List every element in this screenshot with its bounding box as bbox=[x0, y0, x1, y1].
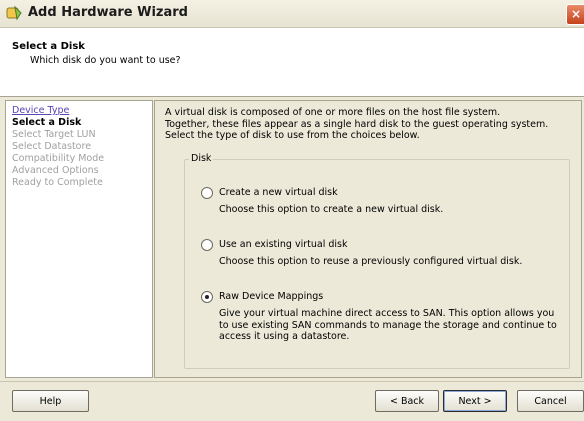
option-label[interactable]: Use an existing virtual disk bbox=[219, 239, 347, 250]
radio-button[interactable] bbox=[201, 239, 213, 251]
step-compatibility-mode: Compatibility Mode bbox=[12, 153, 105, 164]
wizard-icon bbox=[6, 5, 22, 21]
step-device-type[interactable]: Device Type bbox=[12, 105, 69, 116]
intro-text: A virtual disk is composed of one or mor… bbox=[165, 107, 575, 142]
option-description: Choose this option to reuse a previously… bbox=[219, 256, 569, 268]
description-line: Give your virtual machine direct access … bbox=[219, 308, 555, 319]
intro-line: Together, these files appear as a single… bbox=[165, 118, 549, 130]
disk-group-legend: Disk bbox=[189, 153, 214, 164]
option-label[interactable]: Create a new virtual disk bbox=[219, 187, 338, 198]
option-description: Choose this option to create a new virtu… bbox=[219, 204, 569, 216]
radio-button-checked[interactable] bbox=[201, 291, 213, 303]
page-subtitle: Which disk do you want to use? bbox=[30, 55, 181, 66]
step-select-target-lun: Select Target LUN bbox=[12, 129, 96, 140]
description-line: access it using a datastore. bbox=[219, 331, 350, 342]
title-bar[interactable]: Add Hardware Wizard × bbox=[0, 0, 584, 28]
intro-line: Select the type of disk to use from the … bbox=[165, 130, 420, 141]
add-hardware-wizard-window: Add Hardware Wizard × Select a Disk Whic… bbox=[0, 0, 584, 421]
close-icon[interactable]: × bbox=[566, 4, 584, 25]
radio-button[interactable] bbox=[201, 187, 213, 199]
content-panel: A virtual disk is composed of one or mor… bbox=[154, 100, 582, 378]
description-line: Choose this option to create a new virtu… bbox=[219, 204, 444, 215]
help-button[interactable]: Help bbox=[12, 390, 89, 412]
option-description: Give your virtual machine direct access … bbox=[219, 308, 569, 343]
step-select-datastore: Select Datastore bbox=[12, 141, 92, 152]
cancel-button[interactable]: Cancel bbox=[517, 390, 584, 412]
intro-line: A virtual disk is composed of one or mor… bbox=[165, 107, 501, 118]
step-select-a-disk: Select a Disk bbox=[12, 117, 82, 128]
wizard-steps-panel: Device Type Select a Disk Select Target … bbox=[5, 100, 153, 378]
description-line: to use existing SAN commands to manage t… bbox=[219, 319, 557, 331]
page-title: Select a Disk bbox=[12, 41, 85, 52]
description-line: Choose this option to reuse a previously… bbox=[219, 256, 523, 267]
footer-divider bbox=[0, 381, 584, 382]
wizard-header: Select a Disk Which disk do you want to … bbox=[0, 28, 584, 97]
option-label[interactable]: Raw Device Mappings bbox=[219, 291, 323, 302]
disk-group: Disk Create a new virtual disk Choose th… bbox=[184, 153, 570, 369]
step-ready-to-complete: Ready to Complete bbox=[12, 177, 103, 188]
back-button[interactable]: < Back bbox=[375, 390, 439, 412]
window-title: Add Hardware Wizard bbox=[28, 5, 188, 20]
next-button[interactable]: Next > bbox=[443, 390, 507, 412]
step-advanced-options: Advanced Options bbox=[12, 165, 99, 176]
